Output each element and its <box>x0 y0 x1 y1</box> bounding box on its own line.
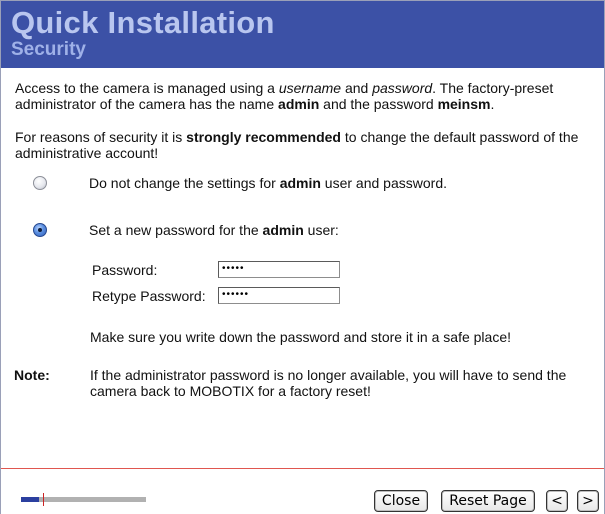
retype-password-input[interactable]: •••••• <box>218 287 340 304</box>
previous-page-button[interactable]: < <box>546 490 568 512</box>
set-new-label-text-1: Set a new password for the <box>89 222 263 238</box>
intro-text-2: and <box>341 80 373 96</box>
progress-bar <box>21 493 146 506</box>
intro-text-4: and the password <box>319 96 438 112</box>
note-heading: Note: <box>14 367 50 383</box>
progress-marker <box>43 493 44 506</box>
retype-password-label: Retype Password: <box>92 288 206 304</box>
intro-period: . <box>490 96 495 112</box>
intro-paragraph: Access to the camera is managed using a … <box>15 80 593 112</box>
username-term: username <box>278 80 342 96</box>
password-label: Password: <box>92 262 158 278</box>
keep-label-text-2: user and password. <box>320 175 447 191</box>
set-new-password-radio[interactable] <box>33 223 47 237</box>
note-text: If the administrator password is no long… <box>90 367 567 399</box>
keep-settings-radio[interactable] <box>33 176 47 190</box>
header-banner: Quick Installation Security <box>1 1 604 68</box>
keep-label-text-1: Do not change the settings for <box>89 175 280 191</box>
reset-page-button[interactable]: Reset Page <box>441 490 535 512</box>
page-subtitle: Security <box>11 39 86 60</box>
footer-bar: Close Reset Page < > <box>1 468 604 514</box>
quick-installation-window: Quick Installation Security Access to th… <box>0 0 605 514</box>
password-term: password <box>372 80 433 96</box>
set-new-label-admin: admin <box>262 222 304 238</box>
intro-text-1: Access to the camera is managed using a <box>15 80 279 96</box>
page-title: Quick Installation <box>11 5 275 40</box>
set-new-label-text-2: user: <box>303 222 339 238</box>
recommendation-text-1: For reasons of security it is <box>15 129 187 145</box>
recommendation-paragraph: For reasons of security it is strongly r… <box>15 129 593 161</box>
keep-label-admin: admin <box>279 175 321 191</box>
default-password: meinsm <box>437 96 491 112</box>
progress-fill <box>21 497 39 502</box>
next-page-button[interactable]: > <box>577 490 599 512</box>
close-button[interactable]: Close <box>374 490 428 512</box>
set-new-password-label[interactable]: Set a new password for the admin user: <box>89 222 339 238</box>
save-password-reminder: Make sure you write down the password an… <box>90 329 511 345</box>
security-content: Access to the camera is managed using a … <box>11 68 596 468</box>
recommendation-emphasis: strongly recommended <box>186 129 341 145</box>
keep-settings-label[interactable]: Do not change the settings for admin use… <box>89 175 447 191</box>
password-input[interactable]: ••••• <box>218 261 340 278</box>
admin-name: admin <box>278 96 320 112</box>
